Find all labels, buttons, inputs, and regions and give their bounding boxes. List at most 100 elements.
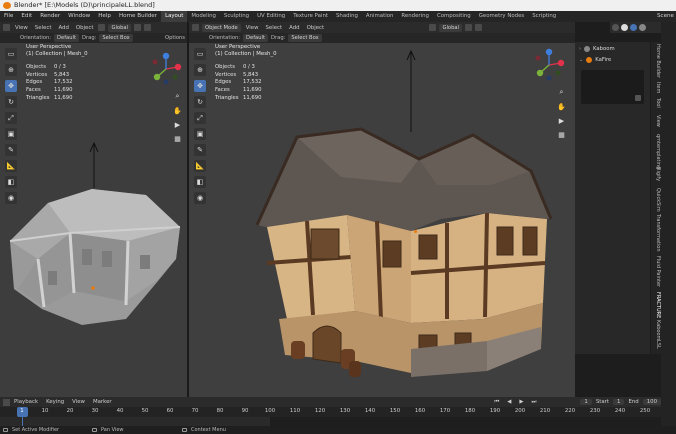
menu-home-builder[interactable]: Home Builder xyxy=(115,11,161,22)
left-transform-dropdown[interactable]: Global xyxy=(108,23,131,32)
scale-tool-icon[interactable]: ⤢ xyxy=(194,112,206,124)
sidebar-tab-qmtemplating[interactable]: qmtemplating xyxy=(651,134,661,169)
sidebar-tab-tool[interactable]: Tool xyxy=(651,98,661,108)
end-frame-field[interactable]: 100 xyxy=(642,399,661,405)
select-box-tool-icon[interactable]: ▭ xyxy=(194,48,206,60)
right-drag-dropdown[interactable]: Select Box xyxy=(288,34,322,42)
sidebar-tab-fluid-painter[interactable]: Fluid Painter xyxy=(651,256,661,287)
outliner-item-kaboom[interactable]: › Kaboom xyxy=(575,43,650,54)
rotate-tool-icon[interactable]: ↻ xyxy=(194,96,206,108)
add-cube-tool-icon[interactable]: ◧ xyxy=(194,176,206,188)
menu-edit[interactable]: Edit xyxy=(17,11,36,22)
sidebar-tab-view[interactable]: View xyxy=(651,115,661,127)
start-frame-field[interactable]: 1 xyxy=(613,399,625,405)
sidebar-tab-fracture[interactable]: FRACTURE xyxy=(651,292,661,318)
measure-tool-icon[interactable]: 📐 xyxy=(5,160,17,172)
snap-icon[interactable] xyxy=(134,24,141,31)
move-tool-icon[interactable]: ✥ xyxy=(5,80,17,92)
left-options-button[interactable]: Options xyxy=(165,35,187,41)
zoom-icon[interactable]: ⌕ xyxy=(556,87,567,98)
sidebar-tab-quicksim[interactable]: QuickSim xyxy=(651,188,661,212)
outliner-item-kafire[interactable]: ⌄ KaFire xyxy=(575,54,650,65)
zoom-icon[interactable]: ⌕ xyxy=(172,91,183,102)
scale-tool-icon[interactable]: ⤢ xyxy=(5,112,17,124)
sidebar-tab-item[interactable]: Item xyxy=(651,82,661,93)
expand-arrow-icon[interactable]: › xyxy=(579,46,581,52)
left-menu-add[interactable]: Add xyxy=(56,25,70,31)
measure-tool-icon[interactable]: 📐 xyxy=(194,160,206,172)
scene-selector[interactable]: Scene xyxy=(653,11,676,22)
transform-tool-icon[interactable]: ▣ xyxy=(5,128,17,140)
timeline-menu-keying[interactable]: Keying xyxy=(42,399,68,405)
snap-icon[interactable] xyxy=(465,24,472,31)
right-navigation-gizmo[interactable] xyxy=(531,47,567,83)
play-icon[interactable]: ▶ xyxy=(515,399,527,405)
menu-file[interactable]: File xyxy=(0,11,17,22)
current-frame-field[interactable]: 1 xyxy=(580,399,592,405)
jump-end-icon[interactable]: ⏭ xyxy=(528,399,541,406)
workspace-tab-uv-editing[interactable]: UV Editing xyxy=(253,11,289,22)
menu-help[interactable]: Help xyxy=(94,11,115,22)
left-menu-select[interactable]: Select xyxy=(33,25,54,31)
sculpt-tool-icon[interactable]: ◉ xyxy=(194,192,206,204)
workspace-tab-scripting[interactable]: Scripting xyxy=(528,11,560,22)
workspace-tab-shading[interactable]: Shading xyxy=(332,11,362,22)
proportional-edit-icon[interactable] xyxy=(144,24,151,31)
editor-type-icon[interactable] xyxy=(192,24,199,31)
annotate-tool-icon[interactable]: ✎ xyxy=(5,144,17,156)
sidebar-tab-home-builder[interactable]: Home Builder xyxy=(651,44,661,78)
workspace-tab-sculpting[interactable]: Sculpting xyxy=(220,11,253,22)
left-drag-dropdown[interactable]: Select Box xyxy=(99,34,133,42)
timeline-ruler[interactable]: 1 10 20 30 40 50 60 70 80 90 100 110 120… xyxy=(0,407,661,417)
cursor-tool-icon[interactable]: ⊕ xyxy=(5,64,17,76)
left-navigation-gizmo[interactable] xyxy=(148,51,184,87)
material-shading-icon[interactable] xyxy=(630,24,637,31)
right-menu-view[interactable]: View xyxy=(244,25,261,31)
collapse-arrow-icon[interactable]: ⌄ xyxy=(579,57,583,63)
timeline-menu-marker[interactable]: Marker xyxy=(89,399,116,405)
jump-start-icon[interactable]: ⏮ xyxy=(490,399,503,406)
right-menu-select[interactable]: Select xyxy=(263,25,284,31)
left-menu-view[interactable]: View xyxy=(13,25,30,31)
right-menu-add[interactable]: Add xyxy=(287,25,301,31)
menu-window[interactable]: Window xyxy=(64,11,94,22)
solid-shading-icon[interactable] xyxy=(621,24,628,31)
maximize-icon[interactable] xyxy=(635,95,641,101)
right-orientation-dropdown[interactable]: Default xyxy=(243,34,269,42)
right-transform-dropdown[interactable]: Global xyxy=(439,23,462,32)
sidebar-tab-kaboom[interactable]: Kaboom xyxy=(651,320,661,340)
pan-hand-icon[interactable]: ✋ xyxy=(172,105,183,116)
ortho-grid-icon[interactable]: ▦ xyxy=(172,133,183,144)
workspace-tab-layout[interactable]: Layout xyxy=(161,11,188,22)
right-3d-viewport[interactable]: User Perspective (1) Collection | Mesh_0… xyxy=(189,43,575,397)
select-box-tool-icon[interactable]: ▭ xyxy=(5,48,17,60)
play-reverse-icon[interactable]: ◀ xyxy=(503,399,515,405)
move-tool-icon[interactable]: ✥ xyxy=(194,80,206,92)
workspace-tab-modeling[interactable]: Modeling xyxy=(187,11,220,22)
sidebar-tab-rigify[interactable]: Rigify xyxy=(651,167,661,181)
pan-hand-icon[interactable]: ✋ xyxy=(556,101,567,112)
left-orientation-dropdown[interactable]: Default xyxy=(54,34,80,42)
proportional-edit-icon[interactable] xyxy=(475,24,482,31)
workspace-tab-compositing[interactable]: Compositing xyxy=(433,11,475,22)
timeline-body[interactable] xyxy=(0,417,661,426)
timeline-editor-icon[interactable] xyxy=(3,398,10,406)
camera-view-icon[interactable]: ▶ xyxy=(172,119,183,130)
workspace-tab-rendering[interactable]: Rendering xyxy=(397,11,433,22)
workspace-tab-texture-paint[interactable]: Texture Paint xyxy=(289,11,332,22)
rendered-shading-icon[interactable] xyxy=(639,24,646,31)
menu-render[interactable]: Render xyxy=(36,11,64,22)
workspace-tab-animation[interactable]: Animation xyxy=(362,11,397,22)
workspace-tab-geometry-nodes[interactable]: Geometry Nodes xyxy=(475,11,528,22)
left-3d-viewport[interactable]: User Perspective (1) Collection | Mesh_0… xyxy=(0,43,187,397)
wireframe-shading-icon[interactable] xyxy=(612,24,619,31)
sidebar-tab-transformation[interactable]: Transformation xyxy=(651,214,661,252)
right-mode-dropdown[interactable]: Object Mode xyxy=(202,23,241,32)
transform-tool-icon[interactable]: ▣ xyxy=(194,128,206,140)
annotate-tool-icon[interactable]: ✎ xyxy=(194,144,206,156)
sidebar-tab-lsl[interactable]: LSL xyxy=(651,340,661,349)
left-menu-object[interactable]: Object xyxy=(74,25,96,31)
timeline-menu-view[interactable]: View xyxy=(68,399,89,405)
timeline-menu-playback[interactable]: Playback xyxy=(10,399,42,405)
rotate-tool-icon[interactable]: ↻ xyxy=(5,96,17,108)
